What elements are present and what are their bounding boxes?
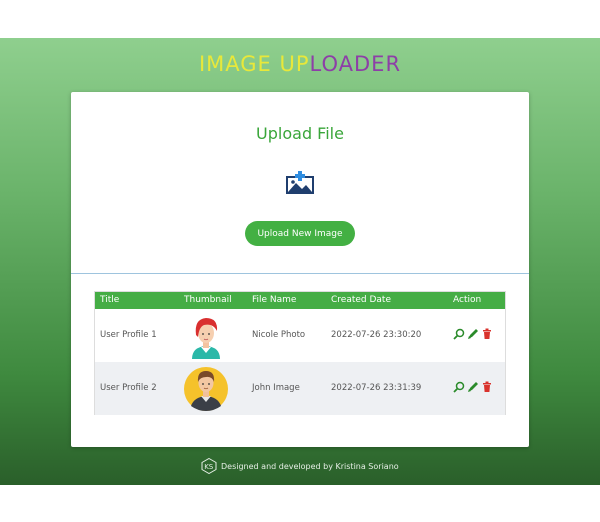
app-title-part1: IMAGE <box>198 52 280 76</box>
images-table: Title Thumbnail File Name Created Date A… <box>94 291 506 415</box>
app-title-part3: LOADER <box>309 52 402 76</box>
app-title: IMAGE UPLOADER <box>0 52 600 76</box>
upload-heading: Upload File <box>256 124 344 143</box>
svg-text:KS: KS <box>204 463 214 471</box>
ks-logo-icon: KS <box>201 457 217 475</box>
row-actions <box>453 328 497 342</box>
table-row: User Profile 1 Nicole Photo 2022-07-26 2… <box>95 309 505 362</box>
row-file-name: Nicole Photo <box>252 330 306 340</box>
table-header: Title Thumbnail File Name Created Date A… <box>95 292 505 309</box>
row-created-date: 2022-07-26 23:30:20 <box>331 330 422 340</box>
footer-credit: Designed and developed by Kristina Soria… <box>221 462 399 471</box>
row-file-name: John Image <box>252 383 300 393</box>
male-avatar-thumbnail[interactable] <box>182 366 230 412</box>
edit-icon[interactable] <box>467 381 479 393</box>
column-header-created-date: Created Date <box>331 295 391 305</box>
view-icon[interactable] <box>453 381 465 393</box>
add-image-icon[interactable] <box>285 171 315 195</box>
column-header-thumbnail: Thumbnail <box>184 295 232 305</box>
app-title-part2: UP <box>279 52 310 76</box>
column-header-file-name: File Name <box>252 295 297 305</box>
row-title: User Profile 1 <box>100 330 157 340</box>
row-actions <box>453 381 497 395</box>
female-avatar-thumbnail[interactable] <box>182 313 230 359</box>
section-divider <box>71 273 529 274</box>
edit-icon[interactable] <box>467 328 479 340</box>
upload-new-image-button[interactable]: Upload New Image <box>245 221 355 246</box>
delete-icon[interactable] <box>481 328 493 340</box>
table-row: User Profile 2 John Image 2022-07-26 23:… <box>95 362 505 415</box>
delete-icon[interactable] <box>481 381 493 393</box>
row-created-date: 2022-07-26 23:31:39 <box>331 383 422 393</box>
view-icon[interactable] <box>453 328 465 340</box>
row-title: User Profile 2 <box>100 383 157 393</box>
column-header-action: Action <box>453 295 482 305</box>
column-header-title: Title <box>100 295 120 305</box>
